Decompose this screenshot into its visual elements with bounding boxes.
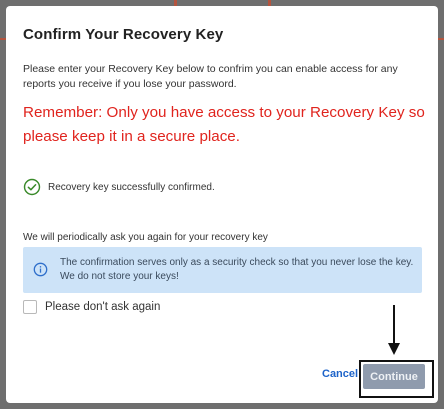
cancel-button[interactable]: Cancel — [322, 368, 358, 380]
intro-text: Please enter your Recovery Key below to … — [23, 63, 398, 90]
check-circle-icon — [23, 178, 41, 196]
periodic-text: We will periodically ask you again for y… — [23, 232, 268, 243]
recovery-key-dialog: Confirm Your Recovery Key Please enter y… — [6, 6, 438, 403]
arrow-down-icon — [388, 343, 400, 355]
info-notice: The confirmation serves only as a securi… — [23, 247, 422, 293]
confirmation-status: Recovery key successfully confirmed. — [23, 178, 215, 196]
info-circle-icon — [33, 262, 48, 277]
continue-button[interactable]: Continue — [363, 364, 425, 389]
dialog-title: Confirm Your Recovery Key — [23, 26, 224, 43]
warning-text: Remember: Only you have access to your R… — [23, 104, 425, 145]
dont-ask-again-label: Please don't ask again — [45, 301, 161, 313]
notice-text: The confirmation serves only as a securi… — [60, 257, 414, 282]
annotation-arrow-shaft — [393, 305, 395, 345]
dont-ask-again-option[interactable]: Please don't ask again — [23, 300, 160, 314]
dont-ask-again-checkbox[interactable] — [23, 300, 37, 314]
confirmation-text: Recovery key successfully confirmed. — [48, 181, 215, 193]
